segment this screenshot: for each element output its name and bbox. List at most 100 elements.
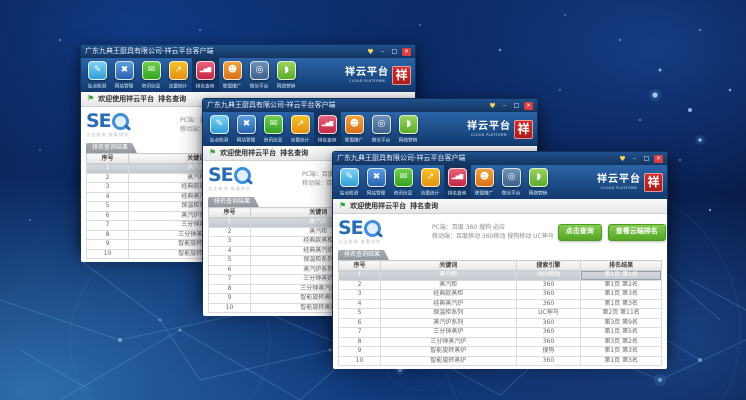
users-icon: ☻ xyxy=(475,168,494,187)
cell-engine: 360 xyxy=(516,318,581,328)
table-row[interactable]: 4经典蒸汽炉360第1页 第3名 xyxy=(339,299,662,309)
close-button[interactable]: × xyxy=(654,155,663,163)
toolbar-item-traffic-stats[interactable]: ↗流量统计 xyxy=(165,58,192,92)
minimize-button[interactable]: – xyxy=(378,48,387,56)
table-row[interactable]: 3经典款蒸柜360第1页 第3名 xyxy=(339,290,662,300)
minimize-button[interactable]: – xyxy=(630,155,639,163)
view-cloud-rank-button[interactable]: 查看云端排名 xyxy=(608,224,666,241)
toolbar-item-net-marketing[interactable]: ◗网络营销 xyxy=(525,165,552,199)
toolbar-item-alliance[interactable]: ☻联盟推广 xyxy=(219,58,246,92)
toolbar-item-news-info[interactable]: ✉资讯信息 xyxy=(138,58,165,92)
window-controls: ♥ – □ × xyxy=(366,48,411,56)
pc-engines-line: PC端：百度 360 搜狗 必应 xyxy=(432,223,554,232)
window-title: 广东九典王厨具有限公司-祥云平台客户端 xyxy=(337,152,618,165)
seo-tagline: 点击查询 查看排名 xyxy=(208,186,288,192)
cell-seq: 10 xyxy=(87,249,129,259)
query-button[interactable]: 点击查询 xyxy=(558,224,602,241)
brand-subtitle: CLOUD PLATFORM xyxy=(600,185,637,189)
compass-icon: ◎ xyxy=(250,61,269,80)
welcome-text: 欢迎使用祥云平台 xyxy=(220,148,276,158)
toolbar-item-net-marketing[interactable]: ◗网络营销 xyxy=(395,112,422,146)
toolbar-item-net-marketing[interactable]: ◗网络营销 xyxy=(273,58,300,92)
current-module-label: 排名查询 xyxy=(280,148,308,158)
table-row[interactable]: 9智能旋转蒸炉搜狗第1页 第3名 xyxy=(339,347,662,357)
toolbar-item-site-check[interactable]: ✎站点检测 xyxy=(336,165,363,199)
cell-seq: 6 xyxy=(339,318,381,328)
toolbar-item-rank-query[interactable]: ▂▅▇排名查询 xyxy=(192,58,219,92)
table-row[interactable]: 7三分钟蒸炉360第1页 第5名 xyxy=(339,328,662,338)
title-bar[interactable]: 广东九典王厨具有限公司-祥云平台客户端 ♥ – □ × xyxy=(203,99,537,112)
toolbar-item-wechat[interactable]: ◎微信平台 xyxy=(368,112,395,146)
window-controls: ♥ – □ × xyxy=(488,102,533,110)
close-button[interactable]: × xyxy=(524,102,533,110)
tab-rank-results[interactable]: 排名查询结果 xyxy=(338,250,389,260)
rank-table: 序号 关键词 搜索引擎 排名结果 1蒸汽柜360移动第1页 第1名2蒸汽柜360… xyxy=(338,260,662,366)
toolbar-item-traffic-stats[interactable]: ↗流量统计 xyxy=(287,112,314,146)
monitor-icon: ✎ xyxy=(340,168,359,187)
cell-rank: 第1页 第3名 xyxy=(581,299,662,309)
skin-icon[interactable]: ♥ xyxy=(618,155,627,163)
toolbar-item-news-info[interactable]: ✉资讯信息 xyxy=(390,165,417,199)
cell-engine: 360 xyxy=(516,337,581,347)
cell-engine: 360 xyxy=(516,299,581,309)
toolbar-item-traffic-stats[interactable]: ↗流量统计 xyxy=(417,165,444,199)
table-row[interactable]: 2蒸汽柜360第1页 第2名 xyxy=(339,280,662,290)
toolbar-item-label: 流量统计 xyxy=(291,135,310,142)
maximize-button[interactable]: □ xyxy=(642,155,651,163)
cell-keyword: 保温柜系列 xyxy=(380,309,516,319)
close-button[interactable]: × xyxy=(402,48,411,56)
toolbar-item-rank-query[interactable]: ▂▅▇排名查询 xyxy=(444,165,471,199)
toolbar-item-alliance[interactable]: ☻联盟推广 xyxy=(471,165,498,199)
toolbar-item-label: 站点检测 xyxy=(340,188,359,195)
brand-logo-icon: 祥 xyxy=(514,120,533,139)
flag-icon: ⚑ xyxy=(87,95,94,103)
table-row[interactable]: 1蒸汽柜360移动第1页 第1名 xyxy=(339,271,662,281)
cell-seq: 7 xyxy=(209,275,251,285)
table-row[interactable]: 6蒸汽炉系列360第3页 第9名 xyxy=(339,318,662,328)
maximize-button[interactable]: □ xyxy=(512,102,521,110)
toolbar-item-wechat[interactable]: ◎微信平台 xyxy=(246,58,273,92)
cell-seq: 4 xyxy=(209,246,251,256)
bar-chart-icon: ▂▅▇ xyxy=(318,115,337,134)
cell-keyword: 三分钟蒸炉 xyxy=(380,328,516,338)
table-row[interactable]: 5保温柜系列UC神马第2页 第11名 xyxy=(339,309,662,319)
maximize-button[interactable]: □ xyxy=(390,48,399,56)
toolbar-item-site-check[interactable]: ✎站点检测 xyxy=(84,58,111,92)
seo-logo-text: SE xyxy=(338,219,363,237)
toolbar-item-site-manage[interactable]: ✖网站管理 xyxy=(111,58,138,92)
toolbar-item-label: 流量统计 xyxy=(169,81,188,88)
toolbar-item-site-check[interactable]: ✎站点检测 xyxy=(206,112,233,146)
wrench-icon: ✖ xyxy=(237,115,256,134)
seo-logo-text: SE xyxy=(208,166,233,184)
skin-icon[interactable]: ♥ xyxy=(366,48,375,56)
toolbar-item-site-manage[interactable]: ✖网站管理 xyxy=(363,165,390,199)
cell-seq: 6 xyxy=(209,265,251,275)
cell-seq: 9 xyxy=(209,294,251,304)
toolbar-item-wechat[interactable]: ◎微信平台 xyxy=(498,165,525,199)
toolbar-item-site-manage[interactable]: ✖网站管理 xyxy=(233,112,260,146)
toolbar-item-alliance[interactable]: ☻联盟推广 xyxy=(341,112,368,146)
cell-seq: 1 xyxy=(87,164,129,174)
rank-table-wrap: 序号 关键词 搜索引擎 排名结果 1蒸汽柜360移动第1页 第1名2蒸汽柜360… xyxy=(338,260,662,366)
main-toolbar: ✎站点检测✖网站管理✉资讯信息↗流量统计▂▅▇排名查询☻联盟推广◎微信平台◗网络… xyxy=(203,112,537,146)
cell-rank: 第3页 第9名 xyxy=(581,318,662,328)
cell-rank: 第1页 第2名 xyxy=(581,280,662,290)
cell-seq: 8 xyxy=(209,284,251,294)
toolbar-item-news-info[interactable]: ✉资讯信息 xyxy=(260,112,287,146)
brand-name: 祥云平台 xyxy=(597,174,641,185)
tab-rank-results[interactable]: 排名查询结果 xyxy=(86,143,137,153)
title-bar[interactable]: 广东九典王厨具有限公司-祥云平台客户端 ♥ – □ × xyxy=(333,152,667,165)
magnifier-icon xyxy=(234,167,251,184)
window-controls: ♥ – □ × xyxy=(618,155,663,163)
seo-logo: SE 点击查询 查看排名 xyxy=(338,219,432,245)
toolbar-item-label: 联盟推广 xyxy=(345,135,364,142)
message-icon: ✉ xyxy=(264,115,283,134)
table-row[interactable]: 10智能旋转蒸炉360第1页 第3名 xyxy=(339,356,662,366)
minimize-button[interactable]: – xyxy=(500,102,509,110)
toolbar-item-label: 网站管理 xyxy=(367,188,386,195)
title-bar[interactable]: 广东九典王厨具有限公司-祥云平台客户端 ♥ – □ × xyxy=(81,45,415,58)
skin-icon[interactable]: ♥ xyxy=(488,102,497,110)
table-row[interactable]: 8三分钟蒸汽炉360第3页 第2名 xyxy=(339,337,662,347)
tab-rank-results[interactable]: 排名查询结果 xyxy=(208,197,259,207)
toolbar-item-rank-query[interactable]: ▂▅▇排名查询 xyxy=(314,112,341,146)
